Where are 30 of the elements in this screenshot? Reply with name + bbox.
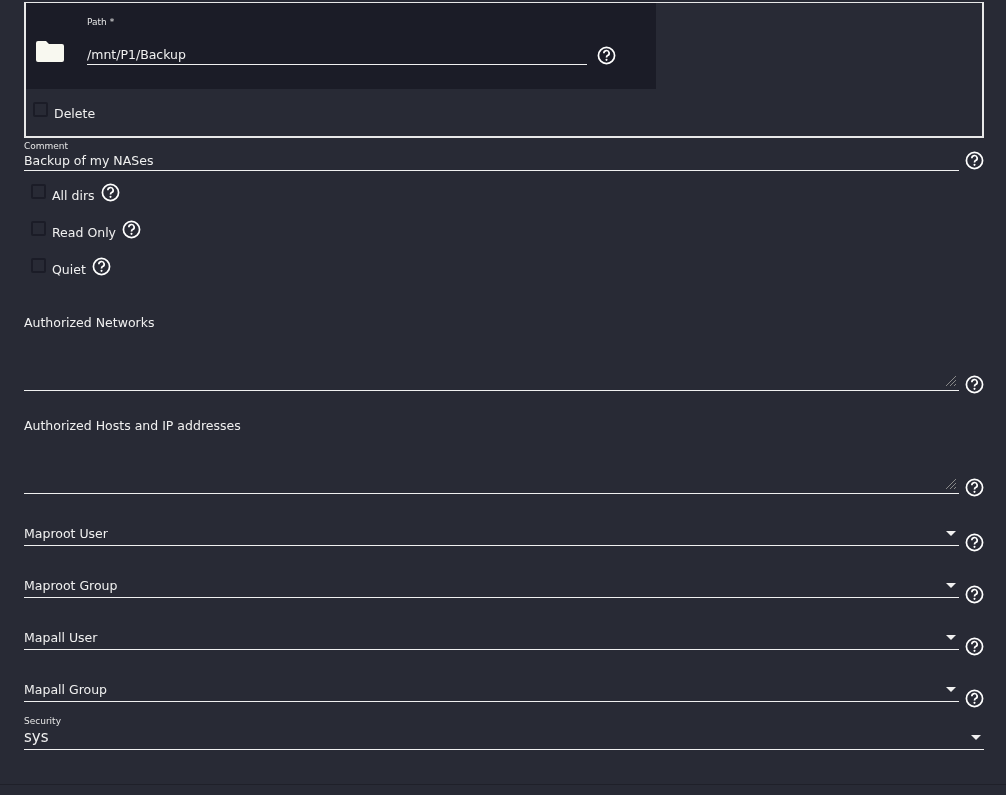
select-field[interactable]: Maproot User xyxy=(24,526,959,546)
select-field[interactable]: Mapall Group xyxy=(24,682,959,702)
field-label: Security xyxy=(24,716,62,726)
field-label: Path * xyxy=(87,17,116,27)
help-icon[interactable] xyxy=(965,637,984,656)
field-label: Authorized Networks xyxy=(24,315,156,330)
checkbox-label: Read Only xyxy=(52,225,116,240)
help-icon[interactable] xyxy=(91,257,111,276)
field-label: Authorized Hosts and IP addresses xyxy=(24,418,242,433)
select-field[interactable]: Mapall User xyxy=(24,630,959,650)
checkbox-label: All dirs xyxy=(52,188,95,203)
help-icon[interactable] xyxy=(965,689,984,708)
help-icon[interactable] xyxy=(965,375,984,394)
help-icon[interactable] xyxy=(965,478,984,497)
checkbox-label: Delete xyxy=(54,105,96,121)
help-icon[interactable] xyxy=(122,220,141,239)
select-field[interactable]: sys xyxy=(24,728,984,750)
help-icon[interactable] xyxy=(100,183,120,202)
select-field[interactable]: Maproot Group xyxy=(24,578,959,598)
checkbox-label: Quiet xyxy=(52,262,86,277)
path-input[interactable]: /mnt/P1/Backup xyxy=(87,47,587,65)
help-icon[interactable] xyxy=(965,533,984,552)
resize-grip-icon[interactable] xyxy=(945,478,957,490)
comment-input[interactable]: Backup of my NASes xyxy=(24,153,959,171)
help-icon[interactable] xyxy=(965,585,984,604)
help-icon[interactable] xyxy=(965,151,984,170)
resize-grip-icon[interactable] xyxy=(945,375,957,387)
folder-icon[interactable] xyxy=(35,39,65,63)
field-label: Comment xyxy=(24,141,70,151)
help-icon[interactable] xyxy=(597,45,616,65)
